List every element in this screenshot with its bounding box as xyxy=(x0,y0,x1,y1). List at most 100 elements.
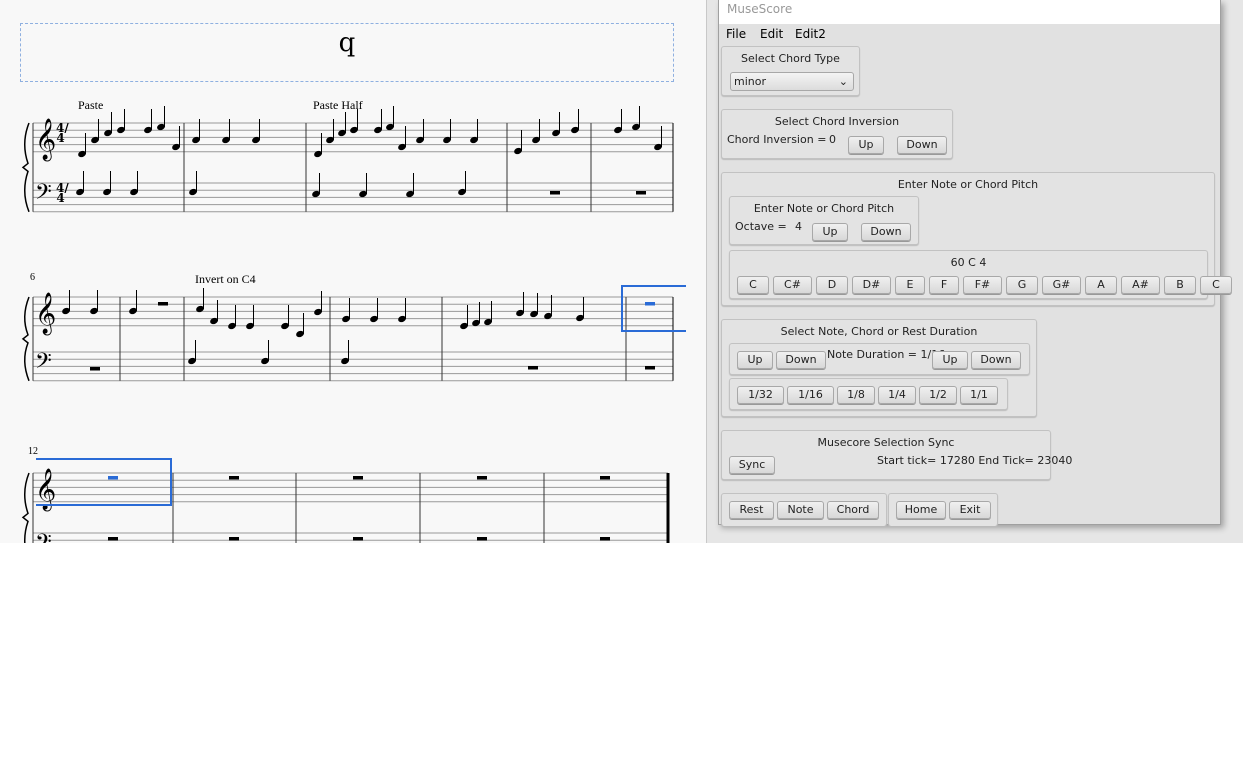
score-staves[interactable]: 𝄞𝄢𝄞𝄢𝄞𝄢 xyxy=(0,0,706,543)
note-button-g[interactable]: G xyxy=(1006,276,1038,294)
group-title: Select Note, Chord or Rest Duration xyxy=(780,325,978,338)
selection-box xyxy=(621,285,686,332)
chord-type-group: Select Chord Type minor ⌄ xyxy=(721,46,860,96)
duration-button-1-16[interactable]: 1/16 xyxy=(787,386,834,404)
inversion-up-button[interactable]: Up xyxy=(848,136,884,154)
menu-edit[interactable]: Edit xyxy=(760,27,783,41)
duration-up-button-2[interactable]: Up xyxy=(932,351,968,369)
note-button-e[interactable]: E xyxy=(895,276,925,294)
duration-group: Select Note, Chord or Rest Duration Up D… xyxy=(721,319,1037,417)
note-button-c[interactable]: C xyxy=(1200,276,1232,294)
bass-clef-icon: 𝄢 xyxy=(35,530,52,543)
sync-group: Musecore Selection Sync Sync Start tick=… xyxy=(721,430,1072,480)
menu-file[interactable]: File xyxy=(726,27,746,41)
chord-type-select[interactable]: minor ⌄ xyxy=(730,72,854,91)
note-button-g-sharp[interactable]: G# xyxy=(1042,276,1081,294)
group-title: Enter Note or Chord Pitch xyxy=(897,178,1039,191)
menu-edit2[interactable]: Edit2 xyxy=(795,27,826,41)
group-title: Enter Note or Chord Pitch xyxy=(753,202,895,215)
rest xyxy=(600,476,610,480)
duration-label: Note Duration = 1/16 xyxy=(827,348,946,361)
sync-button[interactable]: Sync xyxy=(729,456,775,474)
octave-value: 4 xyxy=(795,220,802,233)
rest xyxy=(477,537,487,541)
note-button-f-sharp[interactable]: F# xyxy=(963,276,1002,294)
octave-up-button[interactable]: Up xyxy=(812,223,848,241)
duration-up-button[interactable]: Up xyxy=(737,351,773,369)
selected-value: minor xyxy=(734,75,766,88)
group-title: Select Chord Inversion xyxy=(774,115,900,128)
brace xyxy=(21,122,30,213)
inversion-value: 0 xyxy=(829,133,836,146)
bass-clef-icon: 𝄢 xyxy=(35,349,52,379)
brace xyxy=(21,472,30,543)
staff-text-invert: Invert on C4 xyxy=(195,272,256,286)
plugin-window: MuseScore File Edit Edit2 Select Chord T… xyxy=(718,0,1232,526)
sync-status: Start tick= 17280 End Tick= 23040 xyxy=(877,454,1073,467)
rest-button[interactable]: Rest xyxy=(729,501,774,519)
rest xyxy=(229,476,239,480)
rest xyxy=(158,302,168,306)
duration-button-1-8[interactable]: 1/8 xyxy=(837,386,875,404)
brace xyxy=(21,296,30,382)
octave-label: Octave = xyxy=(735,220,787,233)
exit-button[interactable]: Exit xyxy=(949,501,991,519)
rest xyxy=(550,191,560,195)
note-button-c[interactable]: C xyxy=(737,276,769,294)
nav-group: Home Exit xyxy=(888,493,998,526)
group-title: Musecore Selection Sync xyxy=(817,436,955,449)
time-signature-bass: 4/4 xyxy=(56,181,69,205)
rest xyxy=(108,537,118,541)
inversion-down-button[interactable]: Down xyxy=(897,136,947,154)
rest xyxy=(528,366,538,370)
staff-text-paste-half: Paste Half xyxy=(313,98,363,112)
home-button[interactable]: Home xyxy=(896,501,946,519)
chevron-down-icon: ⌄ xyxy=(838,75,848,88)
rest xyxy=(229,537,239,541)
duration-button-1-2[interactable]: 1/2 xyxy=(919,386,957,404)
duration-button-1-32[interactable]: 1/32 xyxy=(737,386,784,404)
duration-button-1-4[interactable]: 1/4 xyxy=(878,386,916,404)
note-button-a-sharp[interactable]: A# xyxy=(1121,276,1160,294)
note-button-d[interactable]: D xyxy=(816,276,848,294)
group-title: Select Chord Type xyxy=(741,52,840,65)
time-signature-treble: 4/4 xyxy=(56,121,69,145)
measure-number: 12 xyxy=(28,446,38,457)
rest xyxy=(645,302,655,306)
rest xyxy=(636,191,646,195)
rest xyxy=(600,537,610,541)
note-button-c-sharp[interactable]: C# xyxy=(773,276,812,294)
note-button-f[interactable]: F xyxy=(929,276,959,294)
inversion-group: Select Chord Inversion Chord Inversion =… xyxy=(721,109,953,159)
note-button-d-sharp[interactable]: D# xyxy=(852,276,891,294)
rest xyxy=(353,476,363,480)
rest xyxy=(90,367,100,371)
duration-down-button-2[interactable]: Down xyxy=(971,351,1021,369)
rest xyxy=(108,476,118,480)
treble-clef-icon: 𝄞 xyxy=(35,118,56,161)
bass-clef-icon: 𝄢 xyxy=(35,180,52,210)
note-button-a[interactable]: A xyxy=(1085,276,1117,294)
staff-text-paste: Paste xyxy=(78,98,104,112)
rest xyxy=(645,366,655,370)
duration-button-1-1[interactable]: 1/1 xyxy=(960,386,998,404)
duration-values-group: 1/32 1/16 1/8 1/4 1/2 1/1 xyxy=(729,378,1008,410)
pitch-group: Enter Note or Chord Pitch Enter Note or … xyxy=(721,172,1232,306)
chord-button[interactable]: Chord xyxy=(827,501,879,519)
rest xyxy=(353,537,363,541)
score-view[interactable]: q 𝄞𝄢𝄞𝄢𝄞𝄢 4/4 4/4 Paste Paste Half Invert… xyxy=(0,0,707,543)
duration-down-button[interactable]: Down xyxy=(776,351,826,369)
octave-group: Enter Note or Chord Pitch Octave = 4 Up … xyxy=(729,196,919,245)
treble-clef-icon: 𝄞 xyxy=(35,292,56,335)
octave-down-button[interactable]: Down xyxy=(861,223,911,241)
duration-step-group: Up Down Note Duration = 1/16 Up Down xyxy=(729,343,1030,375)
window-title: MuseScore xyxy=(719,0,1220,24)
note-pitch-group: 60 C 4 C C# D D# E F F# G G# A A# B C xyxy=(729,250,1232,299)
rest xyxy=(477,476,487,480)
inversion-label: Chord Inversion = xyxy=(727,133,827,146)
current-pitch: 60 C 4 xyxy=(950,256,987,269)
measure-number: 6 xyxy=(30,272,35,283)
insert-group: Rest Note Chord xyxy=(721,493,887,526)
note-button[interactable]: Note xyxy=(777,501,824,519)
note-button-b[interactable]: B xyxy=(1164,276,1196,294)
